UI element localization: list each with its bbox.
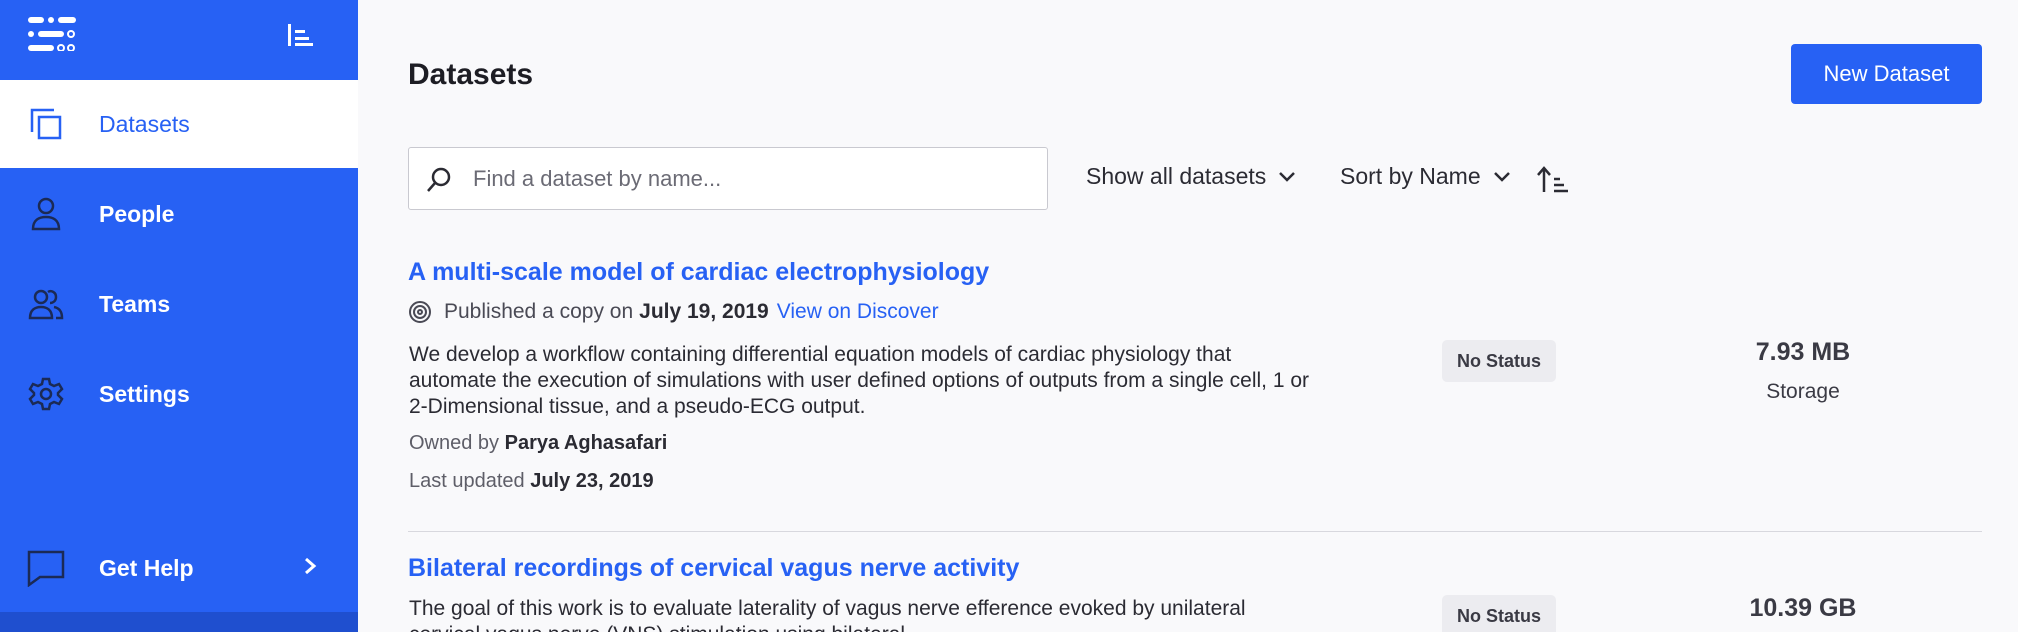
search-input[interactable] bbox=[473, 148, 1033, 209]
dataset-description: We develop a workflow containing differe… bbox=[409, 343, 1310, 418]
sidebar-item-label: Get Help bbox=[99, 554, 194, 581]
published-icon bbox=[409, 301, 431, 323]
updated-prefix: Last updated bbox=[409, 470, 525, 492]
new-dataset-button[interactable]: New Dataset bbox=[1791, 44, 1982, 104]
dataset-last-updated: Last updated July 23, 2019 bbox=[409, 470, 654, 493]
owner-name: Parya Aghasafari bbox=[504, 432, 668, 454]
sidebar-item-teams[interactable]: Teams bbox=[0, 260, 358, 348]
chevron-right-icon bbox=[300, 556, 320, 581]
datasets-icon bbox=[26, 104, 66, 144]
published-info: Published a copy on July 19, 2019 View o… bbox=[408, 300, 939, 324]
dataset-title-link[interactable]: A multi-scale model of cardiac electroph… bbox=[408, 258, 989, 287]
published-prefix: Published a copy on bbox=[444, 300, 634, 323]
dataset-card: Bilateral recordings of cervical vagus n… bbox=[408, 554, 1982, 632]
view-on-discover-link[interactable]: View on Discover bbox=[777, 300, 939, 324]
page-title: Datasets bbox=[408, 58, 534, 91]
sidebar-item-label: Teams bbox=[99, 290, 171, 317]
app-logo-icon[interactable] bbox=[28, 17, 76, 51]
owner-prefix: Owned by bbox=[409, 432, 500, 454]
sidebar-header bbox=[0, 0, 358, 80]
sidebar: Datasets People Teams Settings Get Help bbox=[0, 0, 358, 632]
storage-label: Storage bbox=[1766, 380, 1840, 403]
show-datasets-dropdown[interactable]: Show all datasets bbox=[1086, 163, 1296, 190]
storage-value: 7.93 MB bbox=[1755, 338, 1851, 366]
sidebar-item-datasets[interactable]: Datasets bbox=[0, 80, 358, 168]
storage-value: 10.39 GB bbox=[1749, 594, 1857, 622]
updated-date: July 23, 2019 bbox=[530, 470, 654, 492]
sidebar-item-get-help[interactable]: Get Help bbox=[0, 524, 358, 612]
chevron-down-icon bbox=[1278, 171, 1296, 183]
divider bbox=[408, 531, 1982, 532]
sidebar-item-label: People bbox=[99, 200, 175, 227]
sidebar-item-label: Settings bbox=[99, 380, 190, 407]
sort-direction-icon[interactable] bbox=[1536, 165, 1570, 195]
status-badge: No Status bbox=[1442, 340, 1556, 382]
dataset-card: A multi-scale model of cardiac electroph… bbox=[408, 258, 1982, 508]
published-date: July 19, 2019 bbox=[639, 300, 769, 323]
sort-dropdown[interactable]: Sort by Name bbox=[1340, 163, 1511, 190]
sidebar-item-settings[interactable]: Settings bbox=[0, 350, 358, 438]
status-badge: No Status bbox=[1442, 595, 1556, 632]
sidebar-item-people[interactable]: People bbox=[0, 170, 358, 258]
search-icon bbox=[427, 167, 451, 192]
gear-icon bbox=[26, 374, 66, 414]
search-box bbox=[408, 147, 1048, 210]
sidebar-item-label: Datasets bbox=[99, 110, 190, 137]
sidebar-footer bbox=[0, 612, 358, 632]
team-icon bbox=[26, 284, 66, 324]
person-icon bbox=[26, 194, 66, 234]
chevron-down-icon bbox=[1493, 171, 1511, 183]
show-datasets-label: Show all datasets bbox=[1086, 163, 1267, 189]
dataset-owner: Owned by Parya Aghasafari bbox=[409, 432, 667, 455]
sort-label: Sort by Name bbox=[1340, 163, 1481, 189]
dataset-title-link[interactable]: Bilateral recordings of cervical vagus n… bbox=[408, 554, 1019, 583]
chat-icon bbox=[26, 548, 66, 588]
collapse-sidebar-icon[interactable] bbox=[284, 20, 318, 50]
dataset-description: The goal of this work is to evaluate lat… bbox=[409, 597, 1246, 632]
